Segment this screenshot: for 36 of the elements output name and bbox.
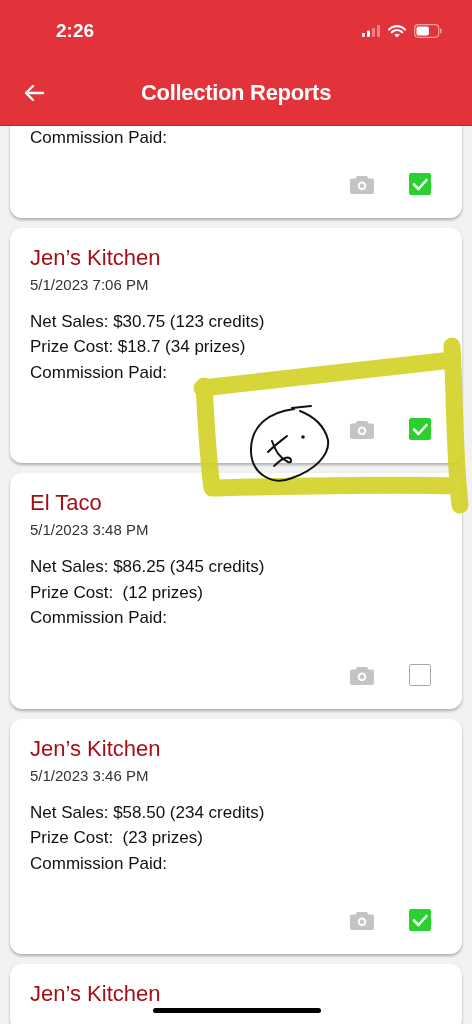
camera-icon[interactable] [350, 664, 374, 685]
battery-icon [414, 24, 442, 38]
location-name: Jen’s Kitchen [30, 734, 162, 763]
checkbox[interactable] [409, 172, 431, 195]
report-card[interactable]: Jen’s Kitchen [10, 964, 462, 1024]
report-detail: Prize Cost: (23 prizes) [30, 827, 204, 849]
report-detail: Net Sales: $30.75 (123 credits) [30, 310, 266, 333]
camera-icon[interactable] [350, 419, 374, 439]
report-detail: Commission Paid: [30, 852, 168, 875]
report-card[interactable]: El Taco 5/1/2023 3:48 PM Net Sales: $86.25 (345 credits) Prize Cost: (12 prizes) Commission Paid: [10, 473, 462, 709]
report-card[interactable]: Commission Paid: [10, 125, 462, 218]
report-detail: Commission Paid: [30, 607, 168, 629]
report-date: 5/1/2023 7:06 PM [30, 274, 150, 295]
report-date: 5/1/2023 3:46 PM [30, 765, 150, 786]
report-detail: Commission Paid: [30, 127, 168, 149]
camera-icon[interactable] [350, 173, 374, 194]
location-name: Jen’s Kitchen [30, 980, 162, 1008]
location-name: El Taco [30, 489, 103, 517]
wifi-icon [388, 24, 406, 38]
report-detail: Net Sales: $58.50 (234 credits) [30, 801, 266, 824]
camera-icon[interactable] [350, 910, 374, 930]
report-detail: Prize Cost: (12 prizes) [30, 581, 204, 604]
report-card[interactable]: Jen’s Kitchen 5/1/2023 3:46 PM Net Sales: $58.50 (234 credits) Prize Cost: (23 prizes) Commission Paid: [10, 718, 462, 954]
checkbox[interactable] [409, 909, 431, 931]
report-card[interactable]: Jen’s Kitchen 5/1/2023 7:06 PM Net Sales: $30.75 (123 credits) Prize Cost: $18.7 (34 prizes) Commission Paid: [10, 227, 462, 463]
signal-icon [362, 25, 380, 37]
screen-title: Collection Reports [140, 80, 332, 106]
report-date: 5/1/2023 3:48 PM [30, 520, 150, 540]
checkbox[interactable] [409, 663, 431, 686]
report-detail: Prize Cost: $18.7 (34 prizes) [30, 336, 247, 358]
report-detail: Net Sales: $86.25 (345 credits) [30, 556, 266, 578]
checkbox[interactable] [409, 418, 431, 440]
report-detail: Commission Paid: [30, 361, 168, 384]
location-name: Jen’s Kitchen [30, 243, 162, 272]
status-time: 2:26 [56, 20, 95, 42]
back-button[interactable] [22, 82, 46, 104]
